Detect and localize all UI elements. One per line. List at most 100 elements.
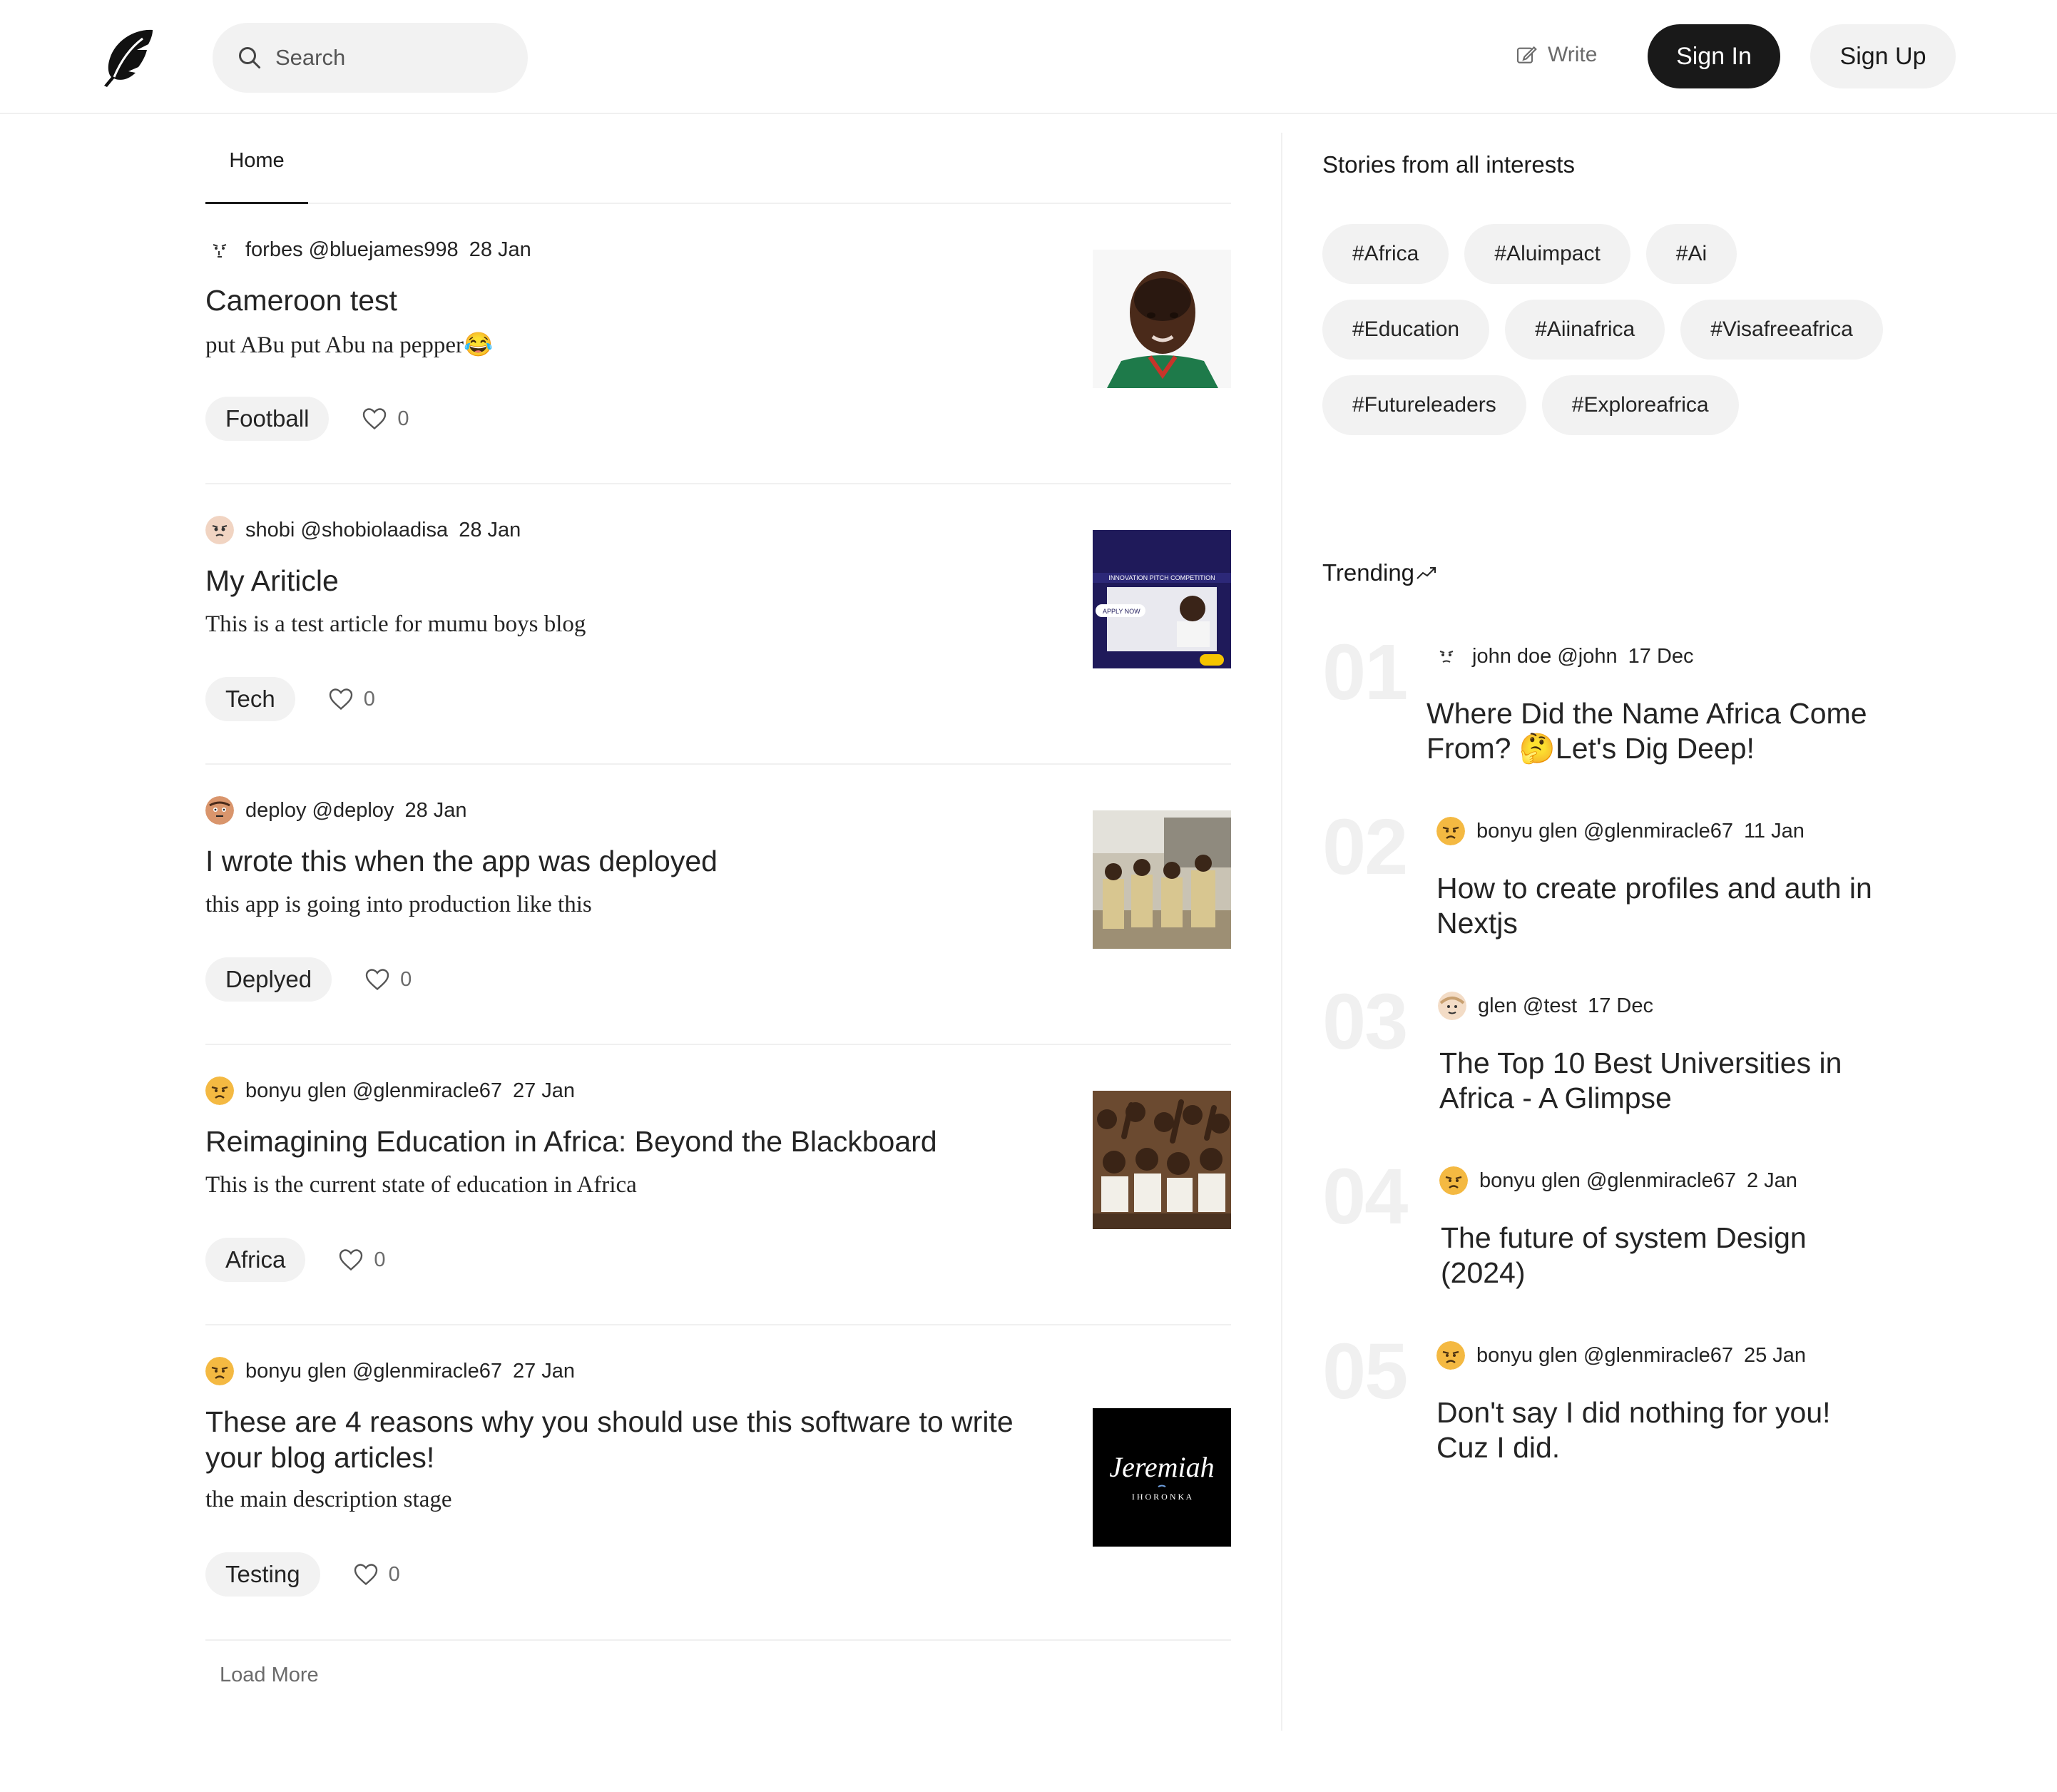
trending-item[interactable]: 05 bonyu glen @glenmiracle67 25 Jan Don'… <box>1322 1333 1879 1504</box>
feather-logo-icon[interactable] <box>100 27 155 87</box>
post-date: 28 Jan <box>404 798 467 822</box>
chip-education[interactable]: #Education <box>1322 300 1490 360</box>
chip-aiinafrica[interactable]: #Aiinafrica <box>1505 300 1665 360</box>
sign-in-button[interactable]: Sign In <box>1648 24 1780 88</box>
pitch-headline: INNOVATION PITCH COMPETITION <box>1108 574 1215 581</box>
chip-ai[interactable]: #Ai <box>1645 224 1737 284</box>
avatar[interactable] <box>1438 992 1466 1020</box>
author-name[interactable]: bonyu glen <box>245 1079 347 1103</box>
post-tag[interactable]: Tech <box>205 677 295 721</box>
chip-visafreeafrica[interactable]: #Visafreeafrica <box>1680 300 1883 360</box>
tab-home[interactable]: Home <box>205 114 308 204</box>
post-thumbnail[interactable]: Jeremiah I H O R O N K A <box>1093 1408 1231 1547</box>
post-tag[interactable]: Testing <box>205 1552 320 1597</box>
post-title[interactable]: Reimagining Education in Africa: Beyond … <box>205 1124 1026 1159</box>
post-title[interactable]: My Ariticle <box>205 563 1026 599</box>
author-handle[interactable]: @test <box>1523 994 1577 1018</box>
post-card[interactable]: forbes @bluejames998 28 Jan Cameroon tes… <box>205 204 1231 484</box>
like-button[interactable]: 0 <box>364 967 412 992</box>
post-date: 28 Jan <box>459 518 521 541</box>
author-handle[interactable]: @glenmiracle67 <box>1583 1344 1733 1368</box>
write-link[interactable]: Write <box>1515 37 1597 73</box>
trending-item[interactable]: 01 john doe @john 17 Dec Where Did the N… <box>1322 633 1879 805</box>
author-name[interactable]: bonyu glen <box>1476 820 1578 843</box>
post-card[interactable]: shobi @shobiolaadisa 28 Jan My Ariticle … <box>205 484 1231 765</box>
heart-icon <box>363 408 387 430</box>
chip-africa[interactable]: #Africa <box>1322 224 1449 284</box>
author-handle[interactable]: @glenmiracle67 <box>1586 1169 1736 1193</box>
post-date: 27 Jan <box>512 1079 576 1102</box>
author-handle[interactable]: @deploy <box>312 799 394 823</box>
like-count: 0 <box>363 687 375 711</box>
author-handle[interactable]: @glenmiracle67 <box>352 1079 502 1103</box>
author-handle[interactable]: @shobiolaadisa <box>300 519 448 542</box>
post-thumbnail[interactable]: INNOVATION PITCH COMPETITION APPLY NOW <box>1093 530 1231 668</box>
avatar[interactable] <box>1436 1341 1465 1370</box>
author-handle[interactable]: @john <box>1557 645 1617 668</box>
like-count: 0 <box>397 407 409 430</box>
trend-title[interactable]: The future of system Design (2024) <box>1441 1221 1883 1290</box>
avatar[interactable] <box>205 1357 234 1385</box>
avatar[interactable] <box>1436 817 1465 845</box>
post-thumbnail[interactable] <box>1093 1091 1231 1229</box>
load-more-button[interactable]: Load More <box>220 1664 319 1687</box>
post-thumbnail[interactable] <box>1093 810 1231 949</box>
trend-date: 11 Jan <box>1743 819 1805 842</box>
search-input[interactable] <box>275 45 511 71</box>
search-bar[interactable] <box>213 23 528 93</box>
trend-date: 2 Jan <box>1746 1169 1797 1192</box>
trending-item[interactable]: 04 bonyu glen @glenmiracle67 2 Jan The f… <box>1322 1158 1879 1329</box>
post-description: put ABu put Abu na pepper😂 <box>205 332 494 358</box>
author-name[interactable]: glen <box>1478 994 1517 1018</box>
avatar[interactable] <box>1432 642 1461 671</box>
chip-exploreafrica[interactable]: #Exploreafrica <box>1541 375 1739 435</box>
like-button[interactable]: 0 <box>353 1562 400 1587</box>
like-button[interactable]: 0 <box>362 407 409 431</box>
post-card[interactable]: bonyu glen @glenmiracle67 27 Jan Reimagi… <box>205 1045 1231 1325</box>
author-handle[interactable]: @glenmiracle67 <box>352 1360 502 1383</box>
write-label: Write <box>1548 43 1598 66</box>
author-name[interactable]: shobi <box>245 519 295 542</box>
post-title[interactable]: These are 4 reasons why you should use t… <box>205 1404 1019 1475</box>
trending-item[interactable]: 02 bonyu glen @glenmiracle67 11 Jan How … <box>1322 808 1879 979</box>
trend-meta: bonyu glen @glenmiracle67 11 Jan <box>1436 815 1805 847</box>
author-name[interactable]: bonyu glen <box>1476 1344 1578 1368</box>
author-name[interactable]: bonyu glen <box>1479 1169 1581 1193</box>
trend-title[interactable]: How to create profiles and auth in Nextj… <box>1436 871 1879 941</box>
like-button[interactable]: 0 <box>328 687 375 711</box>
like-count: 0 <box>388 1562 400 1586</box>
trend-title[interactable]: Don't say I did nothing for you! Cuz I d… <box>1436 1395 1879 1465</box>
post-footer: Tech 0 <box>205 677 375 721</box>
search-icon <box>239 47 260 68</box>
post-title[interactable]: I wrote this when the app was deployed <box>205 843 1026 879</box>
post-thumbnail[interactable] <box>1093 250 1231 388</box>
avatar[interactable] <box>205 1076 234 1105</box>
post-title[interactable]: Cameroon test <box>205 282 1026 318</box>
trending-item[interactable]: 03 glen @test 17 Dec The Top 10 Best Uni… <box>1322 983 1879 1154</box>
like-button[interactable]: 0 <box>338 1248 386 1272</box>
author-name[interactable]: bonyu glen <box>245 1360 347 1383</box>
sign-up-button[interactable]: Sign Up <box>1810 24 1956 88</box>
author-handle[interactable]: @bluejames998 <box>309 238 459 262</box>
main-feed: Home forbes @bluejames998 28 Jan Cameroo… <box>205 114 1231 1686</box>
author-name[interactable]: john doe <box>1472 645 1551 668</box>
logo-script-text: Jeremiah <box>1109 1451 1214 1483</box>
avatar[interactable] <box>205 235 234 264</box>
avatar[interactable] <box>205 516 234 544</box>
post-tag[interactable]: Africa <box>205 1238 306 1282</box>
author-handle[interactable]: @glenmiracle67 <box>1583 820 1733 843</box>
trend-rank: 04 <box>1322 1153 1408 1241</box>
author-name[interactable]: deploy <box>245 799 306 823</box>
trend-title[interactable]: Where Did the Name Africa Come From? 🤔Le… <box>1426 696 1869 766</box>
post-footer: Testing 0 <box>205 1552 400 1597</box>
chip-aluimpact[interactable]: #Aluimpact <box>1464 224 1630 284</box>
trend-title[interactable]: The Top 10 Best Universities in Africa -… <box>1439 1046 1882 1116</box>
author-name[interactable]: forbes <box>245 238 303 262</box>
post-card[interactable]: deploy @deploy 28 Jan I wrote this when … <box>205 765 1231 1045</box>
post-card[interactable]: bonyu glen @glenmiracle67 27 Jan These a… <box>205 1325 1231 1641</box>
avatar[interactable] <box>1439 1166 1468 1195</box>
chip-futureleaders[interactable]: #Futureleaders <box>1322 375 1526 435</box>
post-tag[interactable]: Deplyed <box>205 957 332 1002</box>
post-tag[interactable]: Football <box>205 397 330 441</box>
avatar[interactable] <box>205 796 234 825</box>
